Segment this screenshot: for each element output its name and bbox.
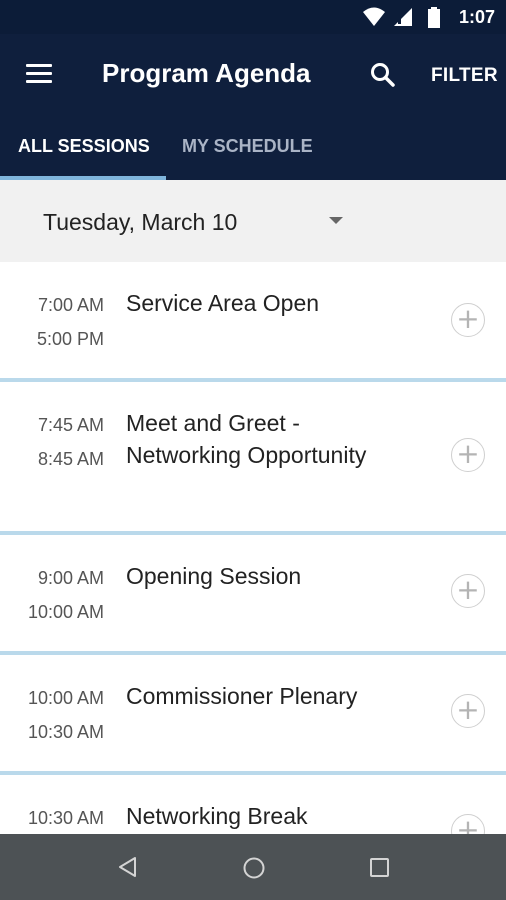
session-title[interactable]: Opening Session [126,560,416,592]
wifi-icon [363,7,385,26]
app-bar: Program Agenda FILTER ALL SESSIONS MY SC… [0,34,506,180]
add-to-schedule-icon[interactable]: + [451,574,485,608]
session-item[interactable]: 7:45 AM 8:45 AM Meet and Greet - Network… [0,382,506,535]
session-title[interactable]: Meet and Greet - Networking Opportunity [126,407,416,471]
add-to-schedule-icon[interactable]: + [451,438,485,472]
date-selector[interactable]: Tuesday, March 10 [0,180,506,262]
session-item[interactable]: 10:30 AM Networking Break + [0,775,506,834]
dropdown-arrow-icon[interactable] [329,217,343,224]
search-icon[interactable] [370,62,396,88]
session-title[interactable]: Service Area Open [126,287,416,319]
session-start-time: 9:00 AM [37,568,104,588]
add-to-schedule-icon[interactable]: + [451,303,485,337]
session-start-time: 7:45 AM [37,415,104,435]
session-end-time: 8:45 AM [37,449,104,469]
session-end-time: 10:00 AM [27,602,104,622]
status-bar: 1:07 [0,0,506,34]
session-start-time: 10:00 AM [27,688,104,708]
filter-button[interactable]: FILTER [431,65,498,87]
add-to-schedule-icon[interactable]: + [451,814,485,834]
status-time: 1:07 [458,7,495,27]
session-start-time: 10:30 AM [27,808,104,828]
session-item[interactable]: 9:00 AM 10:00 AM Opening Session + [0,535,506,655]
session-item[interactable]: 7:00 AM 5:00 PM Service Area Open + [0,262,506,382]
tab-my-schedule[interactable]: MY SCHEDULE [182,136,313,157]
add-to-schedule-icon[interactable]: + [451,694,485,728]
battery-icon [428,7,440,28]
session-item[interactable]: 10:00 AM 10:30 AM Commissioner Plenary + [0,655,506,775]
home-icon[interactable] [242,856,266,880]
system-nav-bar [0,834,506,900]
session-title[interactable]: Commissioner Plenary [126,680,416,712]
page-title: Program Agenda [102,58,311,88]
session-end-time: 10:30 AM [27,722,104,742]
signal-icon [394,8,412,26]
tab-all-sessions[interactable]: ALL SESSIONS [18,136,150,157]
session-end-time: 5:00 PM [36,329,104,349]
recents-icon[interactable] [369,857,391,879]
menu-icon[interactable] [26,62,54,86]
back-icon[interactable] [116,855,138,879]
session-start-time: 7:00 AM [37,295,104,315]
session-title[interactable]: Networking Break [126,800,416,832]
selected-date[interactable]: Tuesday, March 10 [43,209,237,236]
